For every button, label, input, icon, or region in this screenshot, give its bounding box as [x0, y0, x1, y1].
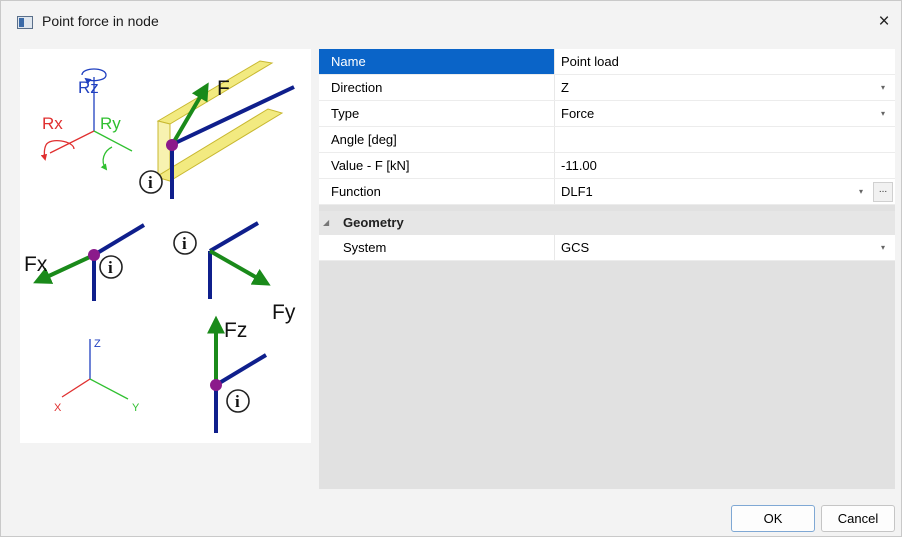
property-label-function: Function — [319, 179, 555, 204]
fy-figure: Fy i — [173, 221, 296, 324]
property-row-system[interactable]: System GCS ▾ — [319, 235, 895, 261]
property-value-type[interactable]: Force — [555, 101, 895, 126]
axis-z-label: Z — [94, 338, 101, 350]
geometry-group-header[interactable]: ◢ Geometry — [319, 211, 895, 235]
load-preview-image: Rz Rx Ry F i Fx i Fy i Z X Y Fz i — [20, 49, 311, 443]
fx-label: Fx — [24, 253, 48, 276]
axis-x-label: X — [54, 402, 62, 414]
property-value-direction[interactable]: Z — [555, 75, 895, 100]
rotation-symbols: Rz Rx Ry — [40, 68, 133, 171]
property-label-system: System — [319, 235, 555, 260]
system-dropdown-arrow-icon[interactable]: ▾ — [881, 235, 885, 260]
property-label-angle: Angle [deg] — [319, 127, 555, 152]
title-bar: Point force in node × — [1, 1, 901, 43]
property-row-name[interactable]: Name Point load — [319, 49, 895, 75]
fz-figure: Fz i — [207, 315, 268, 433]
node-label-1: i — [148, 173, 153, 192]
property-value-system[interactable]: GCS — [555, 235, 895, 260]
f-label: F — [217, 77, 230, 100]
property-row-angle[interactable]: Angle [deg] — [319, 127, 895, 153]
property-row-value[interactable]: Value - F [kN] -11.00 — [319, 153, 895, 179]
coordinate-axes: Z X Y — [54, 338, 140, 414]
property-label-name: Name — [319, 49, 555, 74]
close-button[interactable]: × — [869, 7, 899, 37]
property-value-angle[interactable] — [555, 127, 895, 152]
cancel-button[interactable]: Cancel — [821, 505, 895, 532]
rz-label: Rz — [78, 78, 99, 97]
property-grid: Name Point load Direction Z ▾ Type Force… — [319, 49, 895, 489]
fx-figure: Fx i — [24, 223, 146, 301]
type-dropdown-arrow-icon[interactable]: ▾ — [881, 101, 885, 126]
rx-label: Rx — [42, 114, 63, 133]
property-value-function[interactable]: DLF1 — [555, 179, 895, 204]
node-label-4: i — [235, 392, 240, 411]
axis-y-label: Y — [132, 402, 140, 414]
window-icon — [17, 16, 33, 29]
property-row-function[interactable]: Function DLF1 ▾ ... — [319, 179, 895, 205]
beam-force-figure: F i — [139, 60, 295, 199]
fz-label: Fz — [224, 319, 247, 342]
node-label-3: i — [182, 234, 187, 253]
property-row-direction[interactable]: Direction Z ▾ — [319, 75, 895, 101]
ry-label: Ry — [100, 114, 121, 133]
property-row-type[interactable]: Type Force ▾ — [319, 101, 895, 127]
collapse-arrow-icon[interactable]: ◢ — [323, 211, 329, 235]
property-label-type: Type — [319, 101, 555, 126]
property-value-value[interactable]: -11.00 — [555, 153, 895, 178]
ok-button[interactable]: OK — [731, 505, 815, 532]
function-more-button[interactable]: ... — [873, 182, 893, 202]
fy-label: Fy — [272, 301, 296, 324]
node-label-2: i — [108, 258, 113, 277]
direction-dropdown-arrow-icon[interactable]: ▾ — [881, 75, 885, 100]
function-dropdown-arrow-icon[interactable]: ▾ — [859, 179, 863, 204]
point-force-dialog: Point force in node × Rz Rx Ry F i Fx i … — [0, 0, 902, 537]
property-value-name[interactable]: Point load — [555, 49, 895, 74]
geometry-group-label: Geometry — [343, 215, 404, 230]
property-label-value: Value - F [kN] — [319, 153, 555, 178]
dialog-title: Point force in node — [42, 13, 159, 29]
property-label-direction: Direction — [319, 75, 555, 100]
